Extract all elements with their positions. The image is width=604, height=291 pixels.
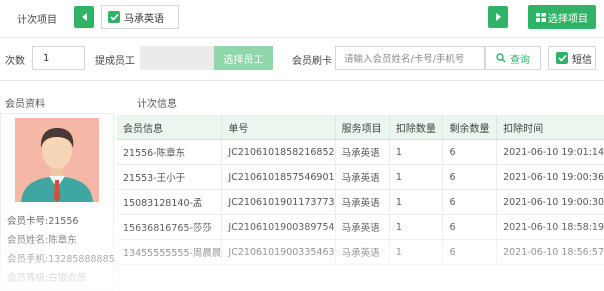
avatar-icon (21, 128, 93, 202)
cell-order-no: JC2106101857546901 (221, 164, 336, 190)
avatar (15, 118, 99, 202)
chevron-right-icon (495, 13, 501, 21)
cell-order-no: JC2106101858216852 (221, 139, 336, 165)
column-header[interactable]: 会员信息 (117, 115, 223, 140)
cell-member: 21556-陈章东 (117, 139, 223, 165)
form-divider (0, 80, 604, 81)
member-name: 会员姓名:陈章东 (7, 235, 77, 246)
cell-member: 13455555555-周晨晨 (117, 239, 223, 265)
project-label: 计次项目 (17, 15, 57, 26)
table-header-row: 会员信息 单号 服务项目 扣除数量 剩余数量 扣除时间 (117, 115, 604, 140)
cell-service: 马承英语 (335, 214, 390, 240)
search-icon (496, 53, 506, 63)
cell-member: 15083128140-孟 (117, 189, 223, 215)
chevron-left-icon (81, 13, 87, 21)
header-divider (0, 37, 604, 38)
cell-deducted: 1 (389, 214, 444, 240)
cell-time: 2021-06-10 18:56:57 (496, 239, 604, 265)
cell-deducted: 1 (389, 139, 444, 165)
cell-remaining: 6 (442, 214, 498, 240)
cell-service: 马承英语 (335, 189, 390, 215)
cell-remaining: 6 (442, 164, 498, 190)
prev-project-button[interactable] (74, 6, 94, 28)
cell-remaining: 6 (442, 189, 498, 215)
current-project-name: 马承英语 (124, 13, 164, 25)
card-label: 会员刷卡 (292, 56, 332, 67)
member-phone: 会员手机:13285888885 (7, 254, 115, 265)
staff-label: 提成员工 (95, 56, 135, 67)
grid-icon (536, 12, 546, 22)
checkbox-checked-icon (108, 11, 120, 23)
table-row[interactable]: 13455555555-周晨晨 JC2106101900335463 马承英语 … (117, 239, 604, 265)
choose-project-button[interactable]: 选择项目 (528, 5, 596, 29)
choose-project-label: 选择项目 (548, 13, 588, 25)
cell-time: 2021-06-10 18:58:19 (496, 214, 604, 240)
sms-checkbox[interactable]: 短信 (548, 46, 596, 70)
member-card-no: 会员卡号:21556 (7, 216, 79, 227)
records-table-wrap: 会员信息 单号 服务项目 扣除数量 剩余数量 扣除时间 21556-陈章东 JC… (117, 115, 604, 291)
column-header[interactable]: 剩余数量 (442, 115, 498, 140)
cell-member: 21553-王小于 (117, 164, 223, 190)
cell-deducted: 1 (389, 239, 444, 265)
column-header[interactable]: 扣除时间 (496, 115, 604, 140)
cell-remaining: 6 (442, 239, 498, 265)
table-row[interactable]: 21553-王小于 JC2106101857546901 马承英语 1 6 20… (117, 164, 604, 190)
table-row[interactable]: 15636816765-莎莎 JC2106101900389754 马承英语 1… (117, 214, 604, 240)
cell-service: 马承英语 (335, 139, 390, 165)
current-project-tag[interactable]: 马承英语 (101, 5, 179, 29)
member-section-title: 会员资料 (5, 99, 45, 110)
checkbox-checked-icon (556, 52, 568, 64)
cell-time: 2021-06-10 19:00:30 (496, 189, 604, 215)
query-button[interactable]: 查询 (485, 46, 541, 70)
count-label: 次数 (5, 56, 25, 67)
sms-label: 短信 (572, 54, 592, 66)
cell-time: 2021-06-10 19:00:36 (496, 164, 604, 190)
cell-order-no: JC2106101900389754 (221, 214, 336, 240)
cell-time: 2021-06-10 19:01:14 (496, 139, 604, 165)
table-row[interactable]: 15083128140-孟 JC2106101901173773 马承英语 1 … (117, 189, 604, 215)
choose-staff-button[interactable]: 选择员工 (214, 46, 273, 70)
cell-order-no: JC2106101900335463 (221, 239, 336, 265)
records-section-title: 计次信息 (137, 99, 177, 110)
column-header[interactable]: 扣除数量 (389, 115, 444, 140)
member-search-input[interactable]: 请输入会员姓名/卡号/手机号 (335, 46, 485, 70)
cell-remaining: 6 (442, 139, 498, 165)
next-project-button[interactable] (488, 6, 508, 28)
cell-deducted: 1 (389, 189, 444, 215)
member-level: 会员等级:白银会员 (7, 273, 87, 284)
cell-service: 马承英语 (335, 164, 390, 190)
column-header[interactable]: 单号 (221, 115, 336, 140)
cell-deducted: 1 (389, 164, 444, 190)
cell-service: 马承英语 (335, 239, 390, 265)
cell-order-no: JC2106101901173773 (221, 189, 336, 215)
query-label: 查询 (510, 54, 530, 66)
staff-input[interactable] (140, 46, 214, 70)
column-header[interactable]: 服务项目 (335, 115, 390, 140)
table-row[interactable]: 21556-陈章东 JC2106101858216852 马承英语 1 6 20… (117, 139, 604, 165)
count-input[interactable]: 1 (32, 46, 85, 70)
records-table: 会员信息 单号 服务项目 扣除数量 剩余数量 扣除时间 21556-陈章东 JC… (117, 115, 604, 265)
cell-member: 15636816765-莎莎 (117, 214, 223, 240)
